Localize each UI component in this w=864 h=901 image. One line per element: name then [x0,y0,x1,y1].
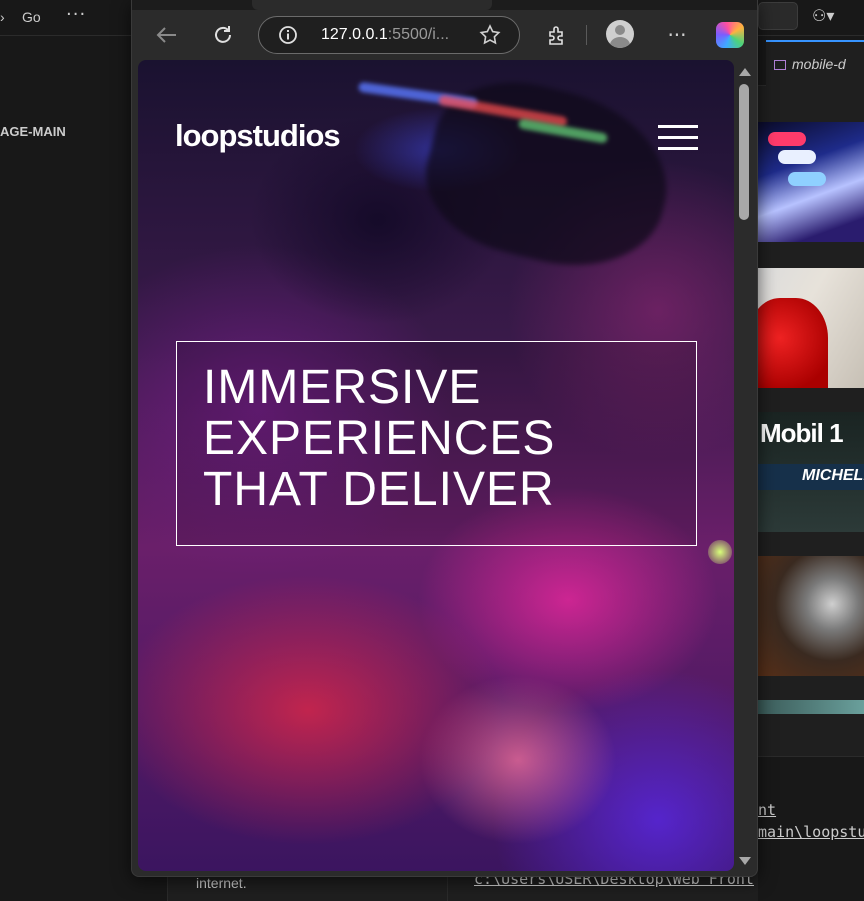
red-shirt-shape [758,298,828,388]
light-flare [708,540,732,564]
chip-white [778,150,816,164]
thumbnail-athlete [758,268,864,388]
page-viewport: loopstudios IMMERSIVE EXPERIENCES THAT D… [138,60,734,871]
terminal-panel: nt main\loopstu [758,756,864,901]
browser-active-tab[interactable] [252,0,492,10]
hero-line-2: EXPERIENCES [203,412,556,465]
chip-blue [788,172,826,186]
terminal-line-2: main\loopstu [758,823,864,841]
browser-window: 127.0.0.1:5500/i... ··· loopstudios IMME… [131,0,758,877]
hamburger-bar [658,136,698,139]
command-center[interactable] [758,2,798,30]
menu-go[interactable]: Go [22,9,41,25]
terminal-line-1: nt [758,801,777,819]
hamburger-menu-icon[interactable] [658,124,698,152]
reload-icon[interactable] [206,18,240,52]
site-logo[interactable]: loopstudios [175,118,341,154]
menu-more-icon[interactable]: ··· [66,4,86,25]
url-path: :5500/i... [387,26,450,43]
thumbnail-partial [758,700,864,714]
url-host: 127.0.0.1 [321,26,388,43]
thumbnail-road [758,556,864,676]
hero-line-3: THAT DELIVER [203,463,555,516]
hamburger-bar [658,125,698,128]
address-bar[interactable]: 127.0.0.1:5500/i... [258,16,520,54]
profile-icon[interactable] [606,20,634,48]
scroll-down-arrow-icon[interactable] [739,857,751,865]
page-scrollbar[interactable] [735,60,753,871]
hero-line-1: IMMERSIVE [203,361,482,414]
image-preview-editor: Mobil 1 MICHELI [758,86,864,756]
tab-mobile-design[interactable]: mobile-d [766,40,864,86]
scroll-up-arrow-icon[interactable] [739,68,751,76]
toolbar-divider [586,25,587,45]
extensions-icon[interactable] [540,18,574,52]
back-arrow-icon[interactable] [150,18,184,52]
editor-tabbar: mobile-d [758,36,864,86]
tab-label: mobile-d [792,56,846,72]
url-text: 127.0.0.1:5500/i... [321,26,449,44]
michelin-text: MICHELI [758,464,864,490]
more-icon[interactable]: ··· [660,18,694,52]
menu-arrow[interactable]: › [0,9,5,25]
browser-tabstrip [132,0,757,10]
image-file-icon [774,60,786,70]
chip-red [768,132,806,146]
thumbnail-chips [758,122,864,242]
hamburger-bar [658,147,698,150]
thumbnail-racecar: Mobil 1 MICHELI [758,412,864,532]
explorer-folder-title[interactable]: AGE-MAIN [0,124,66,139]
star-icon[interactable] [473,18,507,52]
preview-text: internet. [196,875,247,891]
mobil-text: Mobil 1 [760,418,844,448]
copilot-chat-icon[interactable]: ⚇▾ [812,6,842,28]
scroll-thumb[interactable] [739,84,749,220]
hero-heading-box: IMMERSIVE EXPERIENCES THAT DELIVER [176,341,697,546]
info-icon[interactable] [271,18,305,52]
copilot-icon[interactable] [716,22,744,48]
